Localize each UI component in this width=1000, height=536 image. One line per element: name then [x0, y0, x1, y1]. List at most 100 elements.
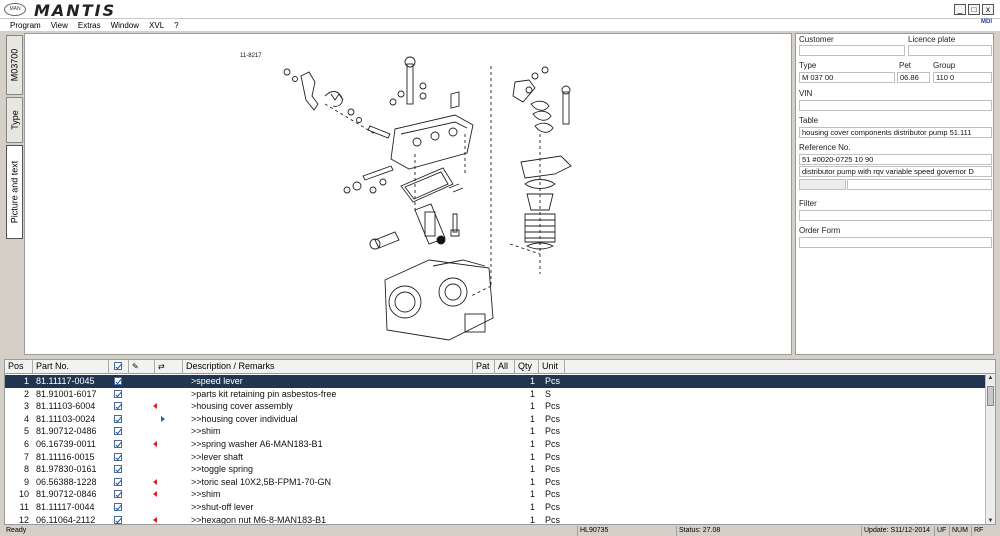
col-description[interactable]: Description / Remarks — [183, 360, 473, 374]
vin-field[interactable] — [799, 100, 992, 111]
menu-help[interactable]: ? — [169, 21, 183, 30]
menu-xvl[interactable]: XVL — [144, 21, 169, 30]
status-code: HL90735 — [577, 526, 673, 536]
table-row[interactable]: 10 81.90712-0846 >>shim 1 Pcs — [5, 488, 985, 501]
unit-cell: Pcs — [545, 376, 561, 386]
mdi-icon[interactable]: MDI — [981, 19, 992, 25]
col-all[interactable]: All — [495, 360, 515, 374]
col-pat[interactable]: Pat — [473, 360, 495, 374]
qty-cell: 1 — [529, 388, 535, 399]
col-check[interactable] — [109, 360, 129, 374]
exploded-view-drawing[interactable]: 11-8217 — [24, 33, 792, 355]
table-row[interactable]: 6 06.16739-0011 >>spring washer A6-MAN183-… — [5, 438, 985, 451]
customer-label: Customer — [799, 35, 834, 44]
table-row[interactable]: 9 06.56388-1228 >>toric seal 10X2,5B-FPM1-… — [5, 476, 985, 489]
table-row[interactable]: 7 81.11116-0015 >>lever shaft 1 Pcs — [5, 451, 985, 464]
part-no-cell: 81.90712-0846 — [36, 489, 97, 500]
row-checkbox-icon[interactable] — [114, 503, 122, 511]
table-field[interactable]: housing cover components distributor pum… — [799, 127, 992, 138]
status-update: Update: S11/12-2014 — [861, 526, 933, 536]
red-marker-icon — [153, 478, 157, 485]
menu-extras[interactable]: Extras — [73, 21, 106, 30]
table-row[interactable]: 12 06.11064-2112 >>hexagon nut M6-8-MAN183… — [5, 514, 985, 525]
reference-no-field[interactable]: 51 #0020-0725 10 90 — [799, 154, 992, 165]
side-tabs: M03700 Type Picture and text — [4, 33, 24, 355]
table-row[interactable]: 1 81.11117-0045 >speed lever 1 Pcs — [5, 375, 985, 388]
table-row[interactable]: 4 81.11103-0024 >>housing cover individual… — [5, 413, 985, 426]
unit-cell: Pcs — [545, 514, 561, 525]
info-panel: Customer Licence plate Type Pet Group M … — [795, 33, 994, 355]
part-no-cell: 81.97830-0161 — [36, 464, 97, 475]
row-checkbox-icon[interactable] — [114, 414, 122, 423]
row-checkbox-icon[interactable] — [114, 465, 122, 474]
filter-field[interactable] — [799, 210, 992, 221]
pet-field[interactable]: 06.86 — [897, 72, 930, 83]
col-mark[interactable]: ⇄ — [155, 360, 183, 374]
table-row[interactable]: 5 81.90712-0486 >>shim 1 Pcs — [5, 425, 985, 438]
part-no-cell: 06.16739-0011 — [36, 439, 96, 449]
qty-cell: 1 — [529, 426, 535, 437]
order-form-field[interactable] — [799, 237, 992, 248]
menu-program[interactable]: Program — [0, 21, 46, 30]
row-checkbox-icon[interactable] — [114, 377, 122, 385]
row-checkbox-icon[interactable] — [114, 477, 122, 486]
vin-label: VIN — [799, 89, 813, 98]
red-marker-icon — [153, 516, 157, 523]
tab-picture-and-text[interactable]: Picture and text — [6, 145, 23, 239]
row-checkbox-icon[interactable] — [114, 515, 122, 524]
qty-cell: 1 — [529, 376, 535, 386]
col-part-no[interactable]: Part No. — [33, 360, 109, 374]
qty-cell: 1 — [529, 413, 535, 424]
scroll-down-icon[interactable]: ▼ — [987, 517, 994, 524]
status-uf: UF — [934, 526, 948, 536]
status-num: NUM — [949, 526, 970, 536]
menu-window[interactable]: Window — [106, 21, 144, 30]
table-row[interactable]: 2 81.91001-6017 >parts kit retaining pin a… — [5, 388, 985, 401]
description-cell: >>hexagon nut M6-8-MAN183-B1 — [191, 514, 327, 525]
menu-view[interactable]: View — [46, 21, 73, 30]
tab-picture-and-text-label: Picture and text — [9, 160, 20, 224]
edit-column-icon: ✎ — [132, 362, 139, 371]
description-cell: >speed lever — [191, 376, 243, 386]
row-checkbox-icon[interactable] — [114, 452, 122, 461]
row-checkbox-icon[interactable] — [114, 427, 122, 436]
restore-button[interactable]: □ — [968, 4, 980, 15]
description-cell: >>shim — [191, 426, 221, 437]
col-pos[interactable]: Pos — [5, 360, 33, 374]
tab-m03700[interactable]: M03700 — [6, 35, 23, 95]
group-field[interactable]: 110 0 — [933, 72, 992, 83]
minimize-button[interactable]: _ — [954, 4, 966, 15]
scroll-thumb[interactable] — [987, 386, 994, 406]
part-no-cell: 81.11116-0015 — [36, 451, 95, 462]
type-field[interactable]: M 037 00 — [799, 72, 895, 83]
table-row[interactable]: 3 81.11103-6004 >housing cover assembly 1 Pc… — [5, 400, 985, 413]
scroll-up-icon[interactable]: ▲ — [987, 374, 994, 383]
pos-cell: 9 — [23, 476, 29, 487]
red-marker-icon — [153, 491, 157, 498]
part-no-cell: 81.11103-0024 — [36, 413, 96, 424]
row-checkbox-icon[interactable] — [114, 440, 122, 448]
col-qty[interactable]: Qty — [515, 360, 539, 374]
parts-table: Pos Part No. ✎ ⇄ Description / Remarks P… — [4, 359, 996, 525]
unit-cell: Pcs — [545, 439, 561, 449]
reference-description: distributor pump with rqv variable speed… — [799, 166, 992, 177]
table-row[interactable]: 11 81.11117-0044 >>shut-off lever 1 Pcs — [5, 501, 985, 514]
tab-type[interactable]: Type — [6, 97, 23, 143]
table-row[interactable]: 8 81.97830-0161 >>toggle spring 1 Pcs — [5, 463, 985, 476]
licence-plate-field[interactable] — [908, 45, 992, 56]
row-checkbox-icon[interactable] — [114, 389, 122, 398]
row-checkbox-icon[interactable] — [114, 402, 122, 411]
title-bar: MAN MANTIS _ □ x — [0, 0, 1000, 20]
unit-cell: Pcs — [545, 401, 561, 412]
pos-cell: 4 — [23, 413, 29, 424]
col-edit[interactable]: ✎ — [129, 360, 155, 374]
qty-cell: 1 — [529, 514, 535, 525]
row-checkbox-icon[interactable] — [114, 490, 122, 499]
col-unit[interactable]: Unit — [539, 360, 565, 374]
man-logo-icon: MAN — [4, 3, 26, 16]
qty-cell: 1 — [529, 476, 535, 487]
description-cell: >>toggle spring — [191, 464, 254, 475]
customer-field[interactable] — [799, 45, 905, 56]
vertical-scrollbar[interactable]: ▲ ▼ — [985, 374, 995, 524]
close-button[interactable]: x — [982, 4, 994, 15]
